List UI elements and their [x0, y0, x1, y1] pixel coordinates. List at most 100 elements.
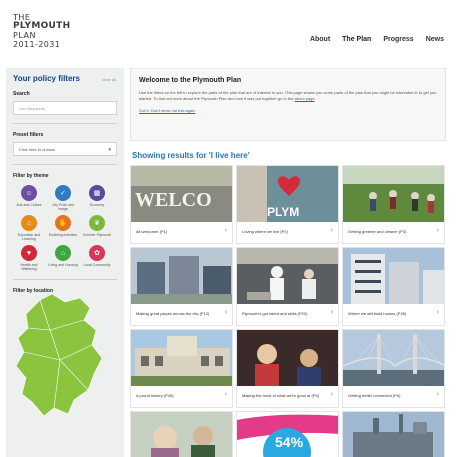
card-label: All welcome! (P1): [136, 229, 168, 234]
result-card[interactable]: A proud history (P26) ›: [130, 329, 233, 408]
card-image: [131, 248, 232, 304]
theme-city-pride[interactable]: ✓ City Pride and Image: [47, 185, 79, 211]
card-image: [343, 330, 444, 386]
card-label: Getting better connected (P4): [348, 393, 401, 398]
theme-label: City Pride and Image: [52, 203, 74, 211]
card-image: [237, 248, 338, 304]
chevron-right-icon: ›: [330, 227, 333, 234]
card-label: A proud history (P26): [136, 393, 174, 398]
result-card[interactable]: WELCO All welcome! (P1) ›: [130, 165, 233, 244]
book-icon: ⌂: [21, 215, 37, 231]
card-image: [343, 412, 444, 457]
chevron-right-icon: ›: [436, 309, 439, 316]
chevron-right-icon: ›: [436, 227, 439, 234]
nav-the-plan[interactable]: The Plan: [336, 36, 377, 43]
building-icon: ▦: [89, 185, 105, 201]
nav-about[interactable]: About: [304, 36, 336, 43]
card-label: Plymouth's got talent and skills (P20): [242, 311, 308, 316]
dismiss-welcome-link[interactable]: Got it. Don't show me this again: [139, 108, 445, 113]
result-card[interactable]: PLYM Loving where we live (P2) ›: [236, 165, 339, 244]
welcome-body: Use the filters on the left to explore t…: [139, 90, 437, 101]
card-label: Loving where we live (P2): [242, 229, 288, 234]
theme-label: Greener Plymouth: [82, 233, 112, 237]
svg-text:WELCO: WELCO: [135, 189, 212, 211]
theme-greener[interactable]: ❦ Greener Plymouth: [81, 215, 113, 241]
result-card[interactable]: Getting greener and cleaner (P3) ›: [342, 165, 445, 244]
chevron-right-icon: ›: [224, 227, 227, 234]
sidebar-divider: [13, 164, 117, 165]
theme-community[interactable]: ✿ Local Community: [81, 245, 113, 271]
chevron-right-icon: ›: [224, 309, 227, 316]
map-region: [15, 293, 103, 417]
result-card[interactable]: Making the most of what we're good at (P…: [236, 329, 339, 408]
about-page-link[interactable]: about page: [295, 96, 315, 101]
card-image: [131, 330, 232, 386]
result-card[interactable]: Where we will build homes (P35) ›: [342, 247, 445, 326]
search-input[interactable]: Your keywords: [13, 101, 117, 115]
theme-label: Economy: [89, 203, 105, 207]
main-nav: About The Plan Progress News: [304, 36, 450, 43]
filter-sidebar: Your policy filters clear all Search You…: [6, 68, 124, 457]
main-content: Welcome to the Plymouth Plan Use the fil…: [130, 68, 446, 457]
preset-filters-value: Click here to choose: [19, 147, 56, 152]
svg-text:PLYM: PLYM: [267, 205, 299, 219]
welcome-panel: Welcome to the Plymouth Plan Use the fil…: [130, 68, 446, 141]
card-image: [237, 330, 338, 386]
theme-enabling[interactable]: ✋ Enabling Activities: [47, 215, 79, 241]
card-image: PLYM: [237, 166, 338, 222]
community-icon: ✿: [89, 245, 105, 261]
chevron-right-icon: ›: [436, 391, 439, 398]
clear-all-link[interactable]: clear all: [102, 77, 116, 82]
heart-icon: ♥: [21, 245, 37, 261]
result-card[interactable]: [130, 411, 233, 457]
theme-label: Education and Learning: [17, 233, 41, 241]
card-label: Where we will build homes (P35): [348, 311, 407, 316]
result-card[interactable]: 54%: [236, 411, 339, 457]
theme-label: Arts and Culture: [16, 203, 42, 207]
plymouth-location-map[interactable]: [10, 290, 110, 420]
card-image: [131, 412, 232, 457]
preset-filters-select[interactable]: Click here to choose ▾: [13, 142, 117, 156]
chevron-down-icon: ▾: [108, 147, 111, 153]
logo-line-4: 2011-2031: [13, 40, 61, 49]
plymouth-plan-logo[interactable]: THE PLYMOUTH PLAN 2011-2031: [13, 13, 103, 49]
percentage-badge: 54%: [275, 434, 304, 450]
nav-progress[interactable]: Progress: [377, 36, 419, 43]
people-icon: ☺: [21, 185, 37, 201]
thumbs-up-icon: ✓: [55, 185, 71, 201]
preset-filters-label: Preset filters: [13, 132, 44, 138]
nav-news[interactable]: News: [420, 36, 450, 43]
sidebar-divider: [13, 279, 117, 280]
theme-filter-label: Filter by theme: [13, 173, 49, 179]
result-card[interactable]: Getting better connected (P4) ›: [342, 329, 445, 408]
sidebar-divider: [13, 123, 117, 124]
leaf-icon: ❦: [89, 215, 105, 231]
theme-label: Local Community: [83, 263, 111, 267]
theme-economy[interactable]: ▦ Economy: [81, 185, 113, 211]
theme-label: Health and Wellbeing: [20, 263, 38, 271]
results-title: Showing results for 'I live here': [132, 151, 250, 160]
theme-label: Living and Housing: [48, 263, 78, 267]
card-image: 54%: [237, 412, 338, 457]
theme-filter-grid: ☺ Arts and Culture ✓ City Pride and Imag…: [13, 185, 117, 271]
result-card[interactable]: Plymouth's got talent and skills (P20) ›: [236, 247, 339, 326]
card-label: Making the most of what we're good at (P…: [242, 393, 320, 398]
house-icon: ⌂: [55, 245, 71, 261]
card-image: WELCO: [131, 166, 232, 222]
result-card[interactable]: [342, 411, 445, 457]
logo-line-2: PLYMOUTH: [13, 21, 71, 31]
card-label: Getting greener and cleaner (P3): [348, 229, 407, 234]
logo-line-3: PLAN: [13, 31, 36, 40]
theme-label: Enabling Activities: [48, 233, 78, 237]
chevron-right-icon: ›: [224, 391, 227, 398]
theme-education[interactable]: ⌂ Education and Learning: [13, 215, 45, 241]
theme-arts-culture[interactable]: ☺ Arts and Culture: [13, 185, 45, 211]
welcome-title: Welcome to the Plymouth Plan: [139, 77, 242, 84]
chevron-right-icon: ›: [330, 309, 333, 316]
theme-health[interactable]: ♥ Health and Wellbeing: [13, 245, 45, 271]
card-image: [343, 248, 444, 304]
search-label: Search: [13, 91, 30, 97]
card-image: [343, 166, 444, 222]
result-card[interactable]: Making great places across the city (P12…: [130, 247, 233, 326]
theme-living-housing[interactable]: ⌂ Living and Housing: [47, 245, 79, 271]
